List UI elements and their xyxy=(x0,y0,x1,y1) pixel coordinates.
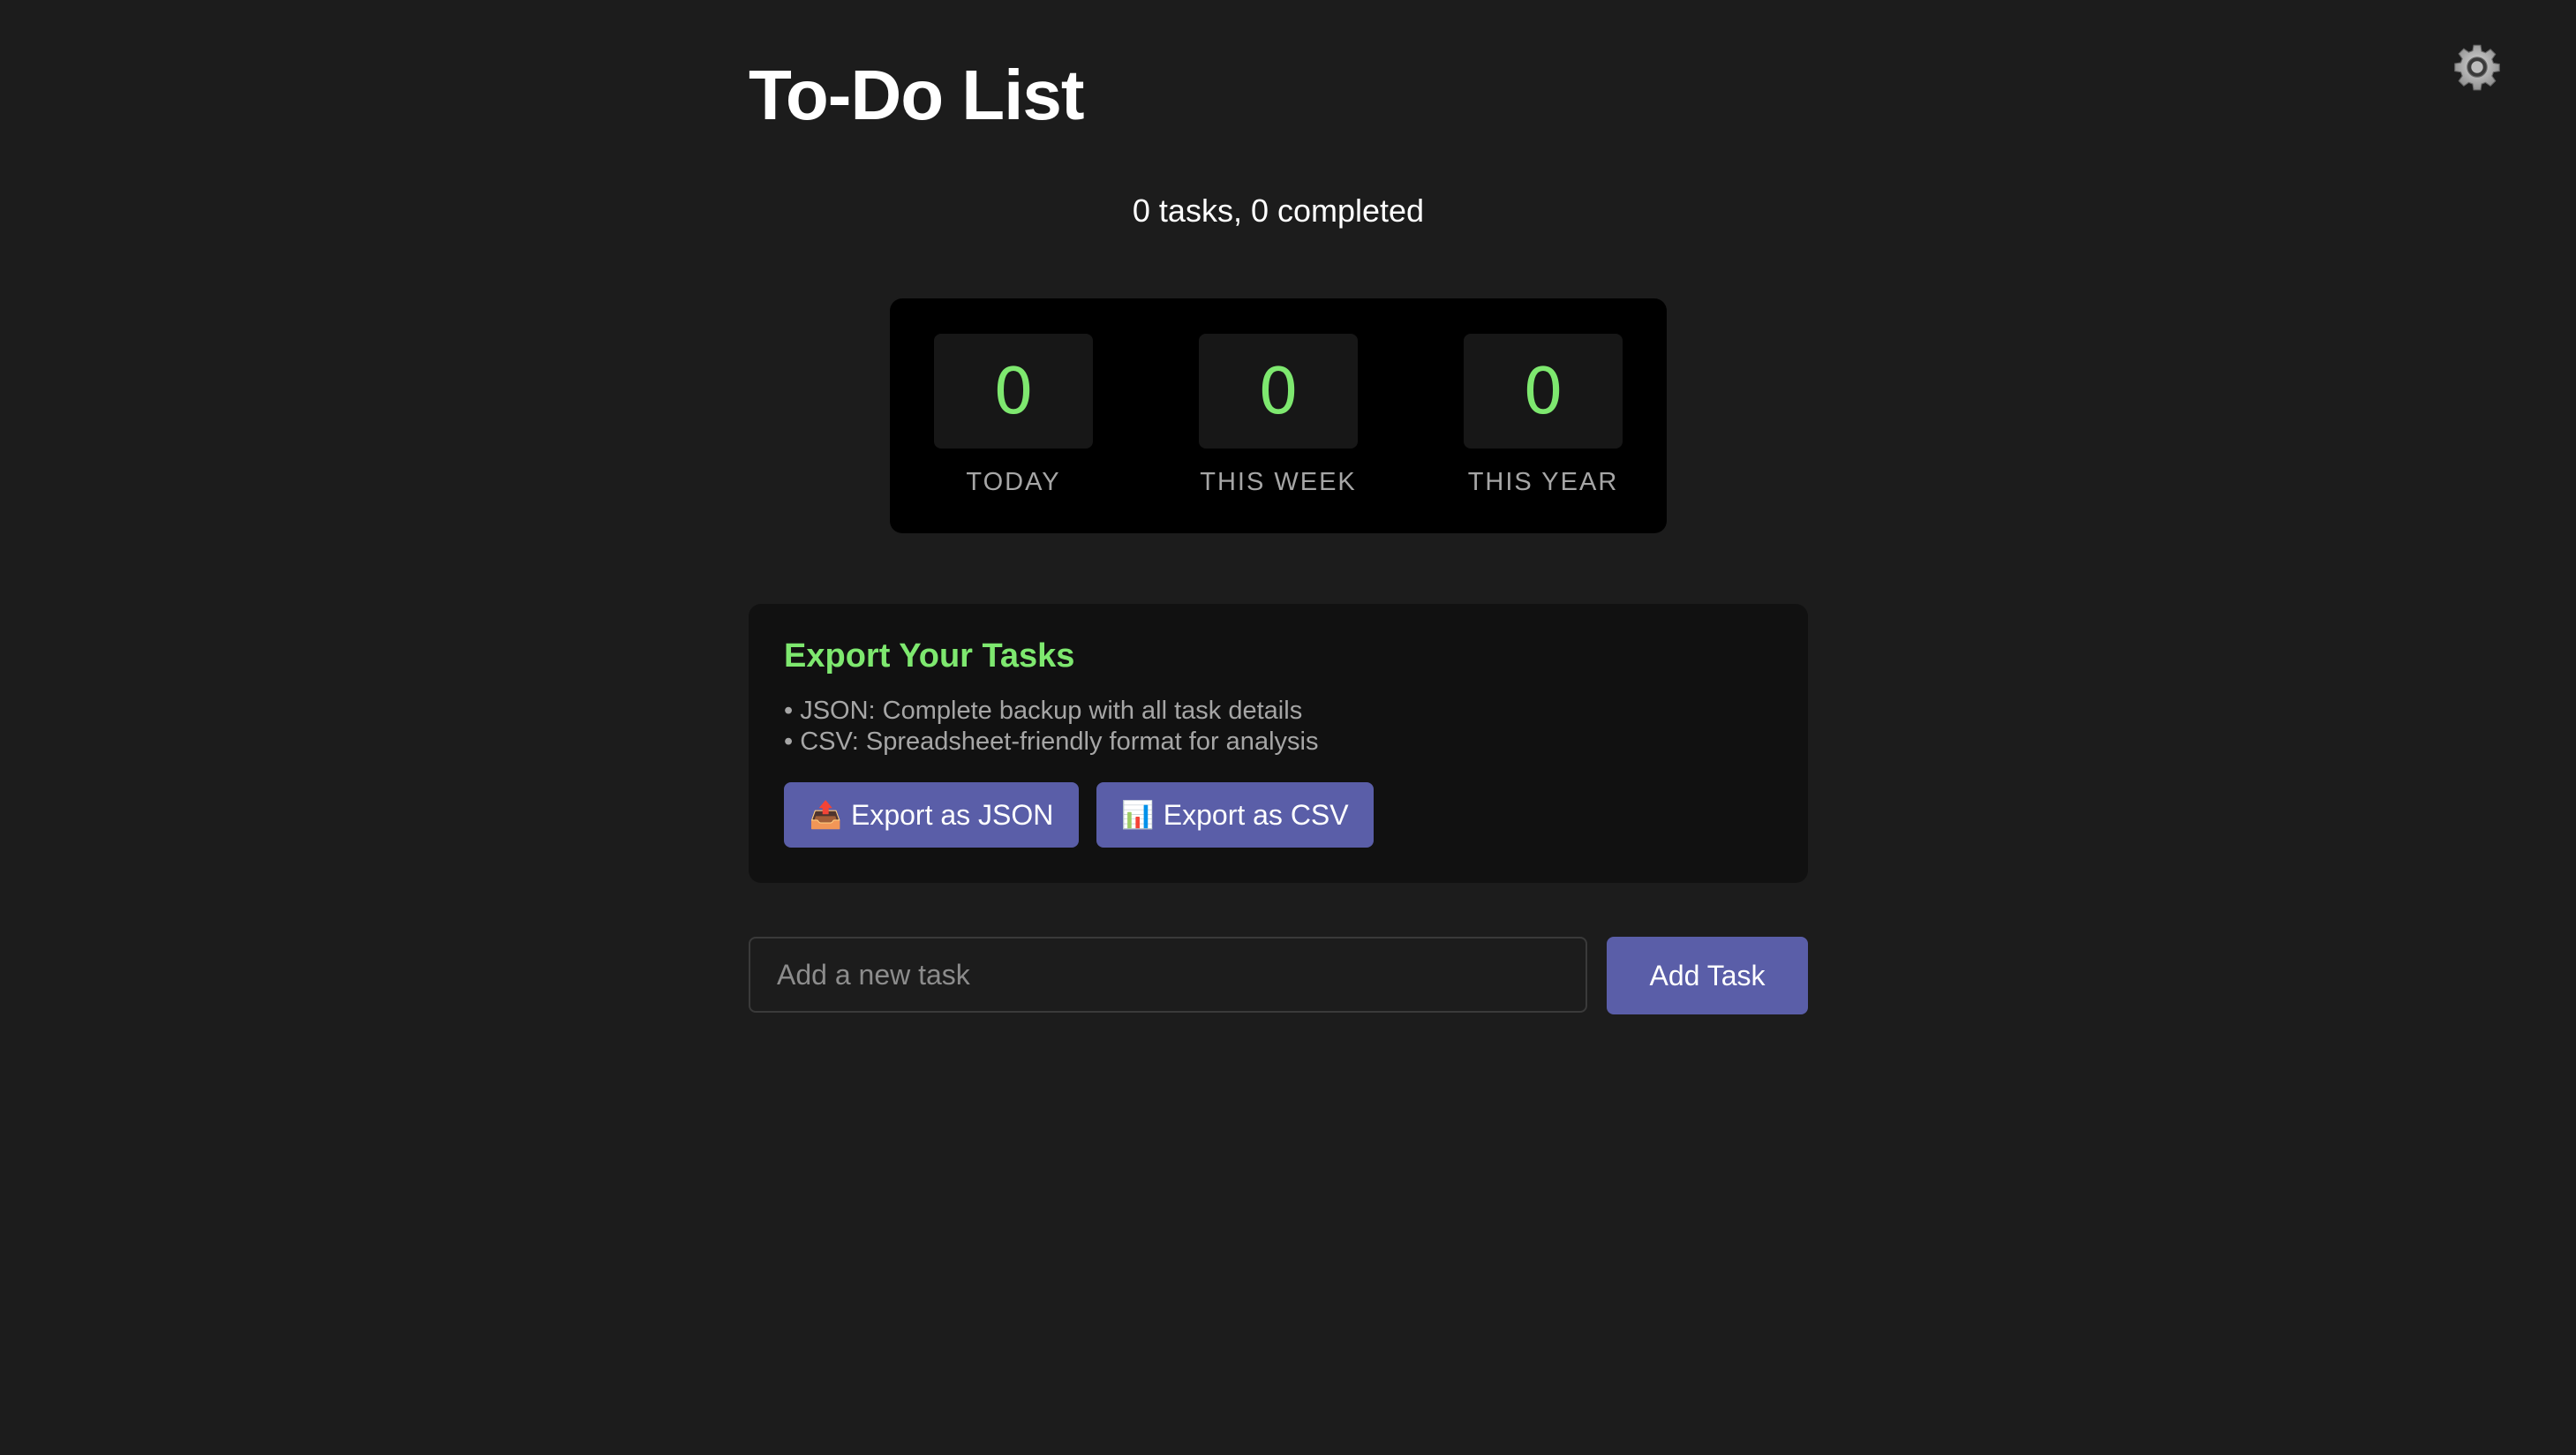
export-card: Export Your Tasks JSON: Complete backup … xyxy=(749,604,1808,883)
add-task-button[interactable]: Add Task xyxy=(1607,937,1808,1014)
export-notes: JSON: Complete backup with all task deta… xyxy=(784,696,1318,758)
export-csv-button[interactable]: 📊 Export as CSV xyxy=(1096,782,1374,848)
stat-year-label: THIS YEAR xyxy=(1467,468,1619,496)
export-note-csv: CSV: Spreadsheet-friendly format for ana… xyxy=(784,727,1318,758)
bar-chart-icon: 📊 xyxy=(1121,800,1155,830)
stat-this-week: 0 THIS WEEK xyxy=(1155,334,1402,497)
task-summary: 0 tasks, 0 completed xyxy=(1132,192,1425,229)
export-json-label: Export as JSON xyxy=(850,798,1054,831)
stat-today: 0 TODAY xyxy=(890,334,1137,497)
export-csv-label: Export as CSV xyxy=(1163,798,1349,831)
stat-year-value: 0 xyxy=(1464,334,1623,449)
stat-today-label: TODAY xyxy=(966,468,1061,496)
stat-week-label: THIS WEEK xyxy=(1200,468,1357,496)
export-heading: Export Your Tasks xyxy=(784,637,1075,675)
stat-today-value: 0 xyxy=(934,334,1093,449)
export-json-button[interactable]: 📤 Export as JSON xyxy=(784,782,1079,848)
settings-button[interactable] xyxy=(2451,42,2504,95)
stat-this-year: 0 THIS YEAR xyxy=(1420,334,1667,497)
gear-icon xyxy=(2452,42,2502,96)
outbox-tray-icon: 📤 xyxy=(809,800,842,830)
new-task-input[interactable] xyxy=(749,937,1587,1013)
page-title: To-Do List xyxy=(749,56,1085,134)
export-note-json: JSON: Complete backup with all task deta… xyxy=(784,696,1318,727)
stat-week-value: 0 xyxy=(1199,334,1358,449)
stats-panel: 0 TODAY 0 THIS WEEK 0 THIS YEAR xyxy=(890,298,1667,533)
